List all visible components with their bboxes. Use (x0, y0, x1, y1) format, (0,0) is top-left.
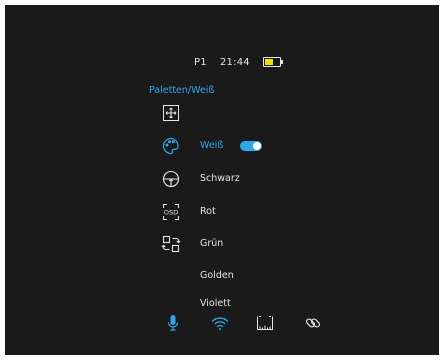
zoom-expand-icon (161, 103, 181, 123)
status-bar: P1 21:44 (5, 52, 439, 72)
profile-indicator: P1 (194, 57, 207, 68)
crosshair-icon (161, 169, 181, 189)
wifi-icon[interactable] (210, 313, 230, 333)
clock: 21:44 (220, 57, 250, 68)
menu-heading: Paletten/Weiß (149, 85, 215, 96)
menu-item-label: Violett (200, 298, 231, 309)
osd-icon: OSD (161, 202, 181, 222)
link-icon[interactable] (303, 313, 323, 333)
microphone-icon[interactable] (163, 313, 183, 333)
battery-icon (263, 57, 283, 67)
menu-item-schwarz[interactable]: Schwarz (161, 169, 331, 189)
svg-text:OSD: OSD (164, 209, 178, 217)
menu-item-rot[interactable]: OSD Rot (161, 202, 331, 222)
menu-item-label: Golden (200, 270, 234, 281)
palette-icon (161, 136, 181, 156)
menu-item-label: Rot (200, 206, 216, 217)
menu-item-weiss[interactable]: Weiß (161, 136, 331, 156)
bottom-icon-bar (5, 313, 439, 335)
swap-icon (161, 234, 181, 254)
menu-item-gruen[interactable]: Grün (161, 234, 331, 254)
menu-item-zoom[interactable] (161, 103, 331, 123)
menu-item-label: Schwarz (200, 173, 240, 184)
menu-item-label: Grün (200, 238, 224, 249)
device-screen: P1 21:44 Paletten/Weiß Weiß Schwarz OSD … (5, 5, 439, 355)
menu-item-violett[interactable]: Violett (161, 294, 331, 314)
menu-item-label: Weiß (200, 140, 224, 151)
menu-item-golden[interactable]: Golden (161, 266, 331, 286)
weiss-toggle[interactable] (240, 141, 262, 151)
ruler-icon[interactable] (255, 313, 275, 333)
